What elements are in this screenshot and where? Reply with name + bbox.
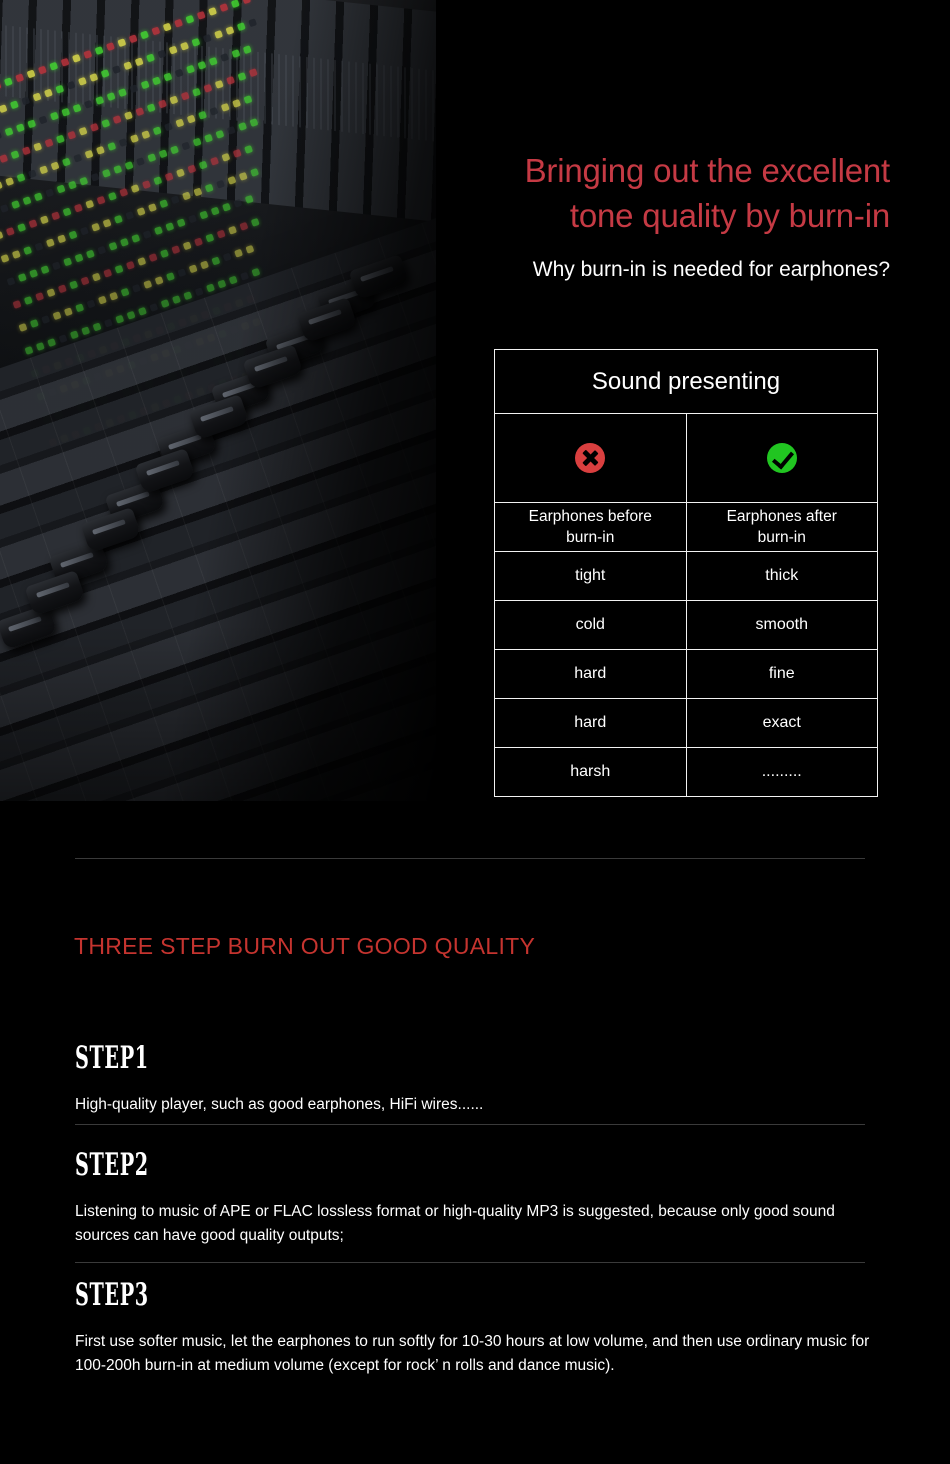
cell-after: thick [685,551,878,601]
step-label-1: STEP1 [75,1040,149,1076]
step-label-2: STEP2 [75,1147,149,1183]
hero-banner: Bringing out the excellent tone quality … [0,0,950,805]
table-row: cold smooth [494,600,878,650]
column-label-after: Earphones after burn-in [685,502,878,552]
hero-title-line-2: tone quality by burn-in [569,197,890,234]
table-row: hard exact [494,698,878,748]
steps-section-title: THREE STEP BURN OUT GOOD QUALITY [74,933,536,959]
cell-after: ......... [685,747,878,797]
cell-before: cold [494,600,687,650]
cell-before: hard [494,698,687,748]
step-label-3: STEP3 [75,1277,149,1313]
table-header-cell: Sound presenting [494,349,878,414]
step-body-1: High-quality player, such as good earpho… [75,1096,484,1113]
cell-after: fine [685,649,878,699]
section-divider-top [75,858,865,859]
mixing-console-photo [0,0,436,801]
cell-after: smooth [685,600,878,650]
hero-title-line-1: Bringing out the excellent [524,152,891,189]
table-row [494,413,878,503]
table-row: hard fine [494,649,878,699]
cell-before: tight [494,551,687,601]
step-divider-1 [75,1124,865,1125]
hero-subtitle: Why burn-in is needed for earphones? [532,258,890,281]
table-row: harsh......... [494,747,878,797]
column-label-before: Earphones before burn-in [494,502,687,552]
cell-icon-after [685,413,878,503]
step-divider-2 [75,1262,865,1263]
table-row: Sound presenting [494,349,878,414]
red-x-circle-icon [575,443,606,473]
photo-vignette [0,0,436,801]
cell-before: harsh [494,747,687,797]
green-check-circle-icon [766,443,797,473]
cell-icon-before [494,413,687,503]
step-body-3: First use softer music, let the earphone… [75,1333,870,1374]
cell-after: exact [685,698,878,748]
sound-presenting-table: Sound presenting Earphones before burn-in E… [494,349,878,797]
table-row: tight thick [494,551,878,601]
cell-before: hard [494,649,687,699]
hero-title: Bringing out the excellent tone quality … [430,148,891,238]
step-body-2: Listening to music of APE or FLAC lossle… [75,1203,835,1244]
table-row: Earphones before burn-in Earphones after bu… [494,502,878,552]
